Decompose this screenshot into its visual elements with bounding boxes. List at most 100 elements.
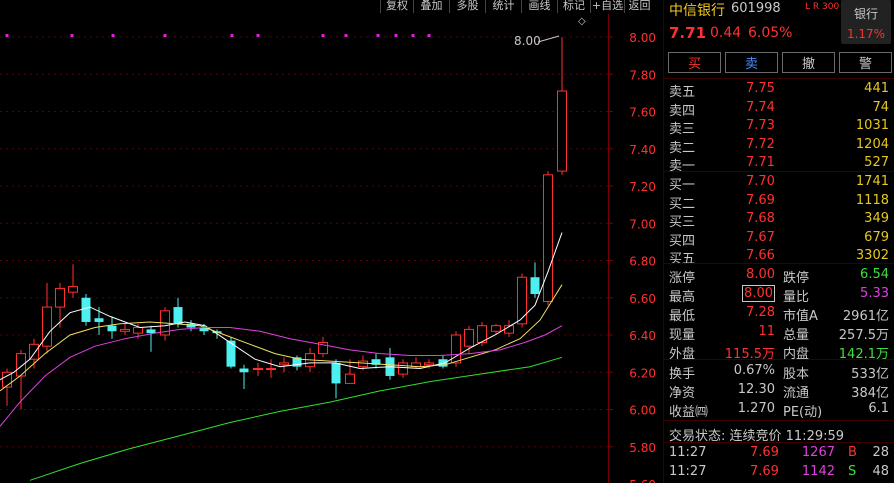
stat-label: 收益㈣ <box>669 405 709 420</box>
y-tick-label: 6.60 <box>629 292 656 306</box>
y-tick-label: 6.00 <box>629 404 656 418</box>
level-volume: 1741 <box>855 174 889 189</box>
tick-volume: 1142 <box>801 464 835 479</box>
candle-body[interactable] <box>120 328 130 332</box>
toolbar-button-5[interactable]: 标记 <box>557 0 590 13</box>
candle-body[interactable] <box>358 360 368 368</box>
stat-row: 收益㈣ 1.270 PE(动) 6.1 <box>664 400 894 420</box>
kline-chart[interactable]: 8.00 7.80 7.60 7.40 7.20 7.00 6.80 6.60 6.40 6.20… <box>0 14 662 483</box>
tick-count: 48 <box>872 464 889 479</box>
level-label: 买一 <box>669 178 696 193</box>
candle-body[interactable] <box>226 340 236 367</box>
candle-body[interactable] <box>331 362 341 384</box>
candle-body[interactable] <box>491 325 501 332</box>
level-label: 卖三 <box>669 122 696 137</box>
toolbar-button-0[interactable]: 复权 <box>380 0 413 13</box>
event-marker[interactable] <box>163 34 167 37</box>
candle-body[interactable] <box>398 362 408 375</box>
candle-body[interactable] <box>81 297 91 322</box>
sector-change: 1.17% <box>846 27 886 41</box>
stat-value: 1.270 <box>737 401 775 416</box>
toolbar-button-7[interactable]: 返回 <box>624 0 654 13</box>
stat-row: 净资 12.30 流通 384亿 <box>664 381 894 401</box>
sector-name: 银行 <box>853 7 878 21</box>
chart-toolbar: 复权 叠加 多股 统计 画线 标记 +自选 返回 <box>380 0 662 13</box>
event-marker[interactable] <box>411 34 415 37</box>
level-price: 7.68 <box>746 211 775 226</box>
candle-body[interactable] <box>253 368 263 371</box>
divider <box>664 359 894 360</box>
bid-row[interactable]: 买一 7.70 1741 <box>664 173 894 193</box>
candle-body[interactable] <box>133 327 143 334</box>
candle-body[interactable] <box>146 329 156 334</box>
toolbar-button-4[interactable]: 画线 <box>521 0 557 13</box>
candle-body[interactable] <box>345 373 355 384</box>
candle-body[interactable] <box>173 307 183 324</box>
bid-row[interactable]: 买二 7.69 1118 <box>664 192 894 212</box>
event-marker[interactable] <box>376 34 380 37</box>
candle-body[interactable] <box>107 325 117 332</box>
toolbar-button-6[interactable]: +自选 <box>590 0 624 13</box>
candle-body[interactable] <box>239 368 249 373</box>
toolbar-button-3[interactable]: 统计 <box>485 0 521 13</box>
price-change-pct: 6.05% <box>748 25 793 41</box>
candle-body[interactable] <box>424 362 434 366</box>
candle-body[interactable] <box>29 343 39 360</box>
buy-button[interactable]: 买 <box>668 52 721 73</box>
level-price: 7.75 <box>746 81 775 96</box>
toolbar-button-1[interactable]: 叠加 <box>413 0 449 13</box>
trade-buttons: 买 卖 撤 警 <box>668 52 892 73</box>
candle-body[interactable] <box>266 368 276 371</box>
event-marker[interactable] <box>427 34 431 37</box>
bid-row[interactable]: 买四 7.67 679 <box>664 229 894 249</box>
candle-body[interactable] <box>543 174 553 302</box>
event-marker[interactable] <box>256 34 260 37</box>
event-marker[interactable] <box>394 34 398 37</box>
stock-name: 中信银行 <box>669 3 725 19</box>
level-price: 7.74 <box>746 99 775 115</box>
stat-value: 384亿 <box>851 386 889 401</box>
event-marker[interactable] <box>111 34 115 37</box>
event-marker[interactable] <box>70 34 74 37</box>
event-marker[interactable] <box>321 34 325 37</box>
ask-row[interactable]: 卖三 7.73 1031 <box>664 117 894 137</box>
cancel-order-button[interactable]: 撤 <box>782 52 835 73</box>
y-tick-label: 7.40 <box>629 143 656 157</box>
toolbar-button-2[interactable]: 多股 <box>449 0 485 13</box>
candle-body[interactable] <box>530 277 540 295</box>
sector-badge[interactable]: 银行 1.17% <box>841 0 891 44</box>
candle-body[interactable] <box>55 287 65 308</box>
last-price: 7.71 <box>669 24 707 42</box>
stat-value: 0.67% <box>733 363 775 378</box>
event-marker[interactable] <box>5 34 9 37</box>
level-volume: 679 <box>864 229 889 245</box>
candle-body[interactable] <box>557 90 567 172</box>
tick-time: 11:27 <box>669 464 707 479</box>
level-label: 买五 <box>669 252 696 267</box>
sell-button[interactable]: 卖 <box>725 52 778 73</box>
candle-body[interactable] <box>279 362 289 366</box>
ask-row[interactable]: 卖二 7.72 1204 <box>664 136 894 156</box>
ask-row[interactable]: 卖五 7.75 441 <box>664 80 894 100</box>
ask-row[interactable]: 卖四 7.74 74 <box>664 99 894 119</box>
event-marker[interactable] <box>230 34 234 37</box>
stat-value: 6.54 <box>860 267 889 282</box>
alert-button[interactable]: 警 <box>839 52 892 73</box>
tick-row: 11:27 7.69 1267 B 28 <box>664 444 894 463</box>
bid-row[interactable]: 买三 7.68 349 <box>664 210 894 230</box>
diamond-marker-icon: ◇ <box>578 16 586 27</box>
level-volume: 1204 <box>855 136 889 152</box>
stat-label: 市值A <box>783 309 818 324</box>
candle-body[interactable] <box>517 276 527 325</box>
level-volume: 1031 <box>855 118 889 133</box>
event-marker[interactable] <box>344 34 348 37</box>
tick-volume: 1267 <box>801 445 835 460</box>
level-label: 买三 <box>669 215 696 230</box>
stat-label: 最低 <box>669 309 696 324</box>
candle-body[interactable] <box>464 328 474 347</box>
candle-body[interactable] <box>68 286 78 293</box>
candle-body[interactable] <box>94 318 104 322</box>
stat-label: 股本 <box>783 367 810 382</box>
tick-side: S <box>848 464 857 479</box>
level-price: 7.66 <box>746 248 775 263</box>
